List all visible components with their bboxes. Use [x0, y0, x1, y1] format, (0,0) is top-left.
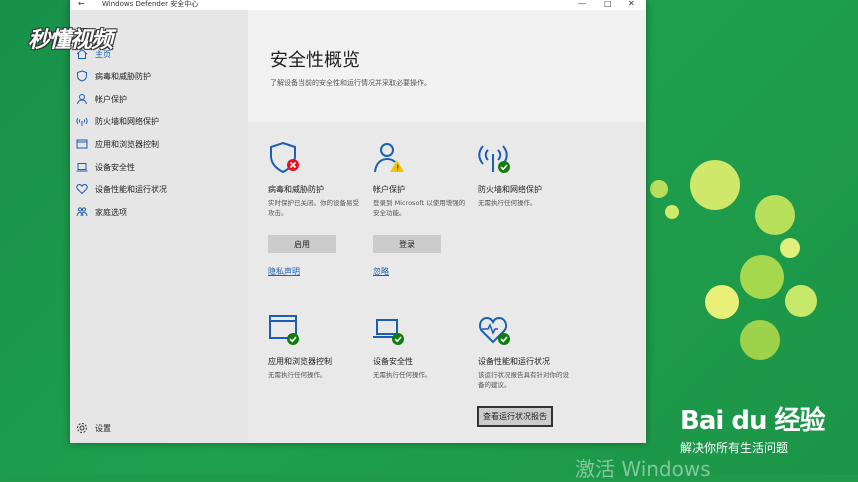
- card-title: 病毒和威胁防护: [268, 185, 324, 194]
- decor-circle: [780, 238, 800, 258]
- sidebar-item-label: 病毒和威胁防护: [95, 71, 151, 81]
- person-icon: !: [373, 140, 409, 176]
- card-device-security[interactable]: 设备安全性 无需执行任何操作。: [373, 312, 469, 380]
- wifi-icon: [76, 117, 88, 126]
- baidu-logo: Bai du 经验 解决你所有生活问题: [680, 400, 825, 456]
- card-title: 设备性能和运行状况: [478, 357, 550, 366]
- window-title: Windows Defender 安全中心: [102, 0, 199, 8]
- sidebar-item-family[interactable]: 家庭选项: [76, 204, 127, 220]
- card-description: 无需执行任何操作。: [478, 199, 537, 207]
- decor-circle: [785, 285, 817, 317]
- settings-label: 设置: [95, 423, 111, 433]
- view-health-report-button[interactable]: 查看运行状况报告: [477, 406, 553, 427]
- heart-icon: [478, 312, 514, 348]
- main-content: 安全性概览 了解设备当前的安全性和运行情况并采取必要操作。 病毒和威胁防护 实时…: [248, 10, 646, 443]
- card-firewall[interactable]: 防火墙和网络保护 无需执行任何操作。: [478, 140, 574, 208]
- minimize-button[interactable]: —: [578, 0, 586, 8]
- browser-icon: [76, 139, 88, 149]
- person-icon: [77, 94, 87, 105]
- gear-icon: [77, 423, 87, 433]
- decor-circle: [690, 160, 740, 210]
- back-button[interactable]: ←: [78, 0, 85, 8]
- decor-circle: [740, 255, 784, 299]
- card-app-browser[interactable]: 应用和浏览器控制 无需执行任何操作。: [268, 312, 364, 380]
- card-description: 登录到 Microsoft 以使用增强的安全功能。: [373, 199, 466, 217]
- sidebar-item-label: 防火墙和网络保护: [95, 116, 159, 126]
- card-description: 该运行状况报告具有针对你的设备的建议。: [478, 371, 569, 389]
- decor-circle: [740, 320, 780, 360]
- heart-icon: [76, 183, 88, 195]
- wifi-icon: [478, 140, 514, 176]
- sidebar-item-label: 设备安全性: [95, 162, 135, 172]
- ignore-link[interactable]: 忽略: [373, 266, 389, 277]
- decor-circle: [705, 285, 739, 319]
- card-title: 防火墙和网络保护: [478, 185, 542, 194]
- sidebar-item-virus[interactable]: 病毒和威胁防护: [76, 68, 151, 84]
- family-icon: [76, 207, 88, 217]
- sidebar-item-label: 设备性能和运行状况: [95, 184, 167, 194]
- decor-circle: [755, 195, 795, 235]
- card-title: 应用和浏览器控制: [268, 357, 332, 366]
- card-virus-protection[interactable]: 病毒和威胁防护 实时保护已关闭。你的设备易受攻击。: [268, 140, 364, 218]
- shield-icon: [77, 70, 87, 82]
- sidebar-item-label: 应用和浏览器控制: [95, 139, 159, 149]
- cards-panel: 病毒和威胁防护 实时保护已关闭。你的设备易受攻击。 启用 隐私声明 ! 帐户保护…: [248, 122, 646, 443]
- close-button[interactable]: ✕: [628, 0, 635, 8]
- page-title: 安全性概览: [270, 50, 360, 71]
- baidu-brand: Bai du 经验: [680, 406, 825, 436]
- card-description: 无需执行任何操作。: [268, 371, 327, 379]
- sidebar-item-performance[interactable]: 设备性能和运行状况: [76, 181, 167, 197]
- card-device-performance[interactable]: 设备性能和运行状况 该运行状况报告具有针对你的设备的建议。: [478, 312, 574, 390]
- shield-icon: [268, 140, 304, 176]
- sidebar-item-settings[interactable]: 设置: [76, 420, 111, 436]
- decor-circle: [650, 180, 668, 198]
- browser-icon: [268, 312, 304, 348]
- sidebar-item-label: 家庭选项: [95, 207, 127, 217]
- card-title: 帐户保护: [373, 185, 405, 194]
- sidebar-item-account[interactable]: 帐户保护: [76, 91, 127, 107]
- defender-window: ← Windows Defender 安全中心 — □ ✕ 主页 病毒和威胁防护…: [70, 0, 646, 443]
- video-watermark: 秒懂视频: [28, 28, 113, 53]
- decor-circle: [665, 205, 679, 219]
- activate-windows-watermark: 激活 Windows: [575, 457, 711, 481]
- maximize-button[interactable]: □: [604, 0, 612, 8]
- card-account-protection[interactable]: ! 帐户保护 登录到 Microsoft 以使用增强的安全功能。: [373, 140, 469, 218]
- sidebar-item-device-security[interactable]: 设备安全性: [76, 159, 135, 175]
- title-bar: ← Windows Defender 安全中心 — □ ✕: [70, 0, 646, 10]
- laptop-icon: [373, 312, 409, 348]
- sidebar-item-firewall[interactable]: 防火墙和网络保护: [76, 113, 159, 129]
- svg-text:!: !: [396, 164, 399, 173]
- sidebar: 主页 病毒和威胁防护 帐户保护 防火墙和网络保护 应用和浏览器控制 设备安全性 …: [70, 10, 248, 443]
- enable-button[interactable]: 启用: [268, 235, 336, 253]
- card-description: 实时保护已关闭。你的设备易受攻击。: [268, 199, 359, 217]
- laptop-icon: [76, 163, 88, 172]
- privacy-statement-link[interactable]: 隐私声明: [268, 266, 300, 277]
- card-title: 设备安全性: [373, 357, 413, 366]
- sign-in-button[interactable]: 登录: [373, 235, 441, 253]
- sidebar-item-app-browser[interactable]: 应用和浏览器控制: [76, 136, 159, 152]
- sidebar-item-label: 帐户保护: [95, 94, 127, 104]
- card-description: 无需执行任何操作。: [373, 371, 432, 379]
- page-subtitle: 了解设备当前的安全性和运行情况并采取必要操作。: [270, 79, 431, 87]
